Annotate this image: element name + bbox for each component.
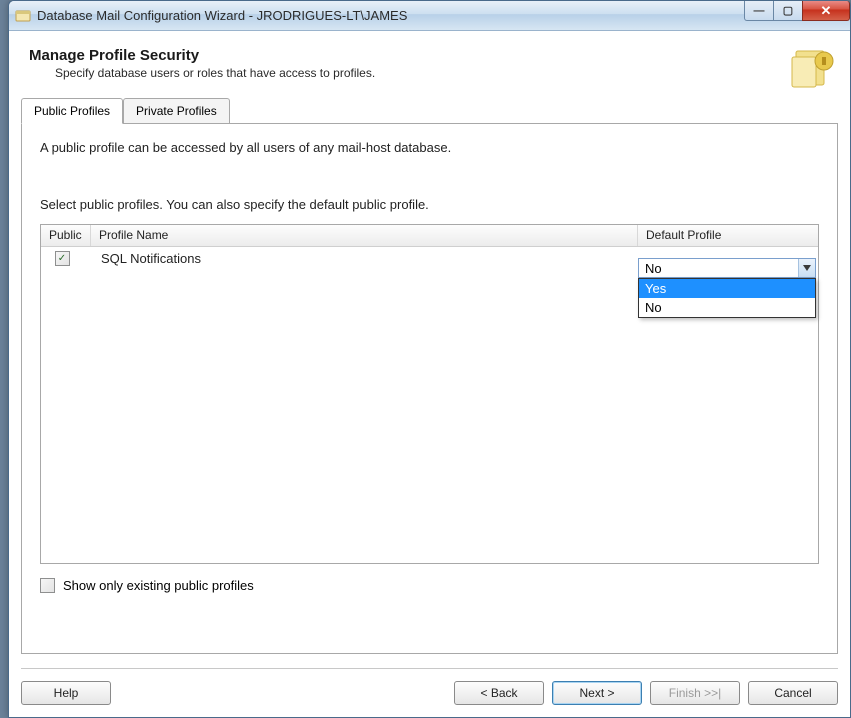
col-public[interactable]: Public: [41, 225, 91, 246]
wizard-footer: Help < Back Next > Finish >>| Cancel: [21, 668, 838, 705]
default-profile-combo[interactable]: No: [638, 258, 816, 278]
tab-private-label: Private Profiles: [136, 104, 217, 118]
maximize-icon: ▢: [783, 4, 793, 17]
finish-button: Finish >>|: [650, 681, 740, 705]
tab-public-profiles[interactable]: Public Profiles: [21, 98, 123, 124]
tab-row: Public Profiles Private Profiles: [21, 98, 838, 123]
description-1: A public profile can be accessed by all …: [40, 140, 819, 155]
col-default-profile[interactable]: Default Profile: [638, 225, 818, 246]
combo-dropdown-button[interactable]: [798, 259, 815, 277]
show-only-label: Show only existing public profiles: [63, 578, 254, 593]
wizard-window: Database Mail Configuration Wizard - JRO…: [8, 0, 851, 718]
profiles-grid: Public Profile Name Default Profile ✓ SQ…: [40, 224, 819, 564]
dropdown-item-yes[interactable]: Yes: [639, 279, 815, 298]
tab-body: A public profile can be accessed by all …: [21, 123, 838, 654]
back-button[interactable]: < Back: [454, 681, 544, 705]
minimize-button[interactable]: —: [744, 1, 774, 21]
tab-private-profiles[interactable]: Private Profiles: [123, 98, 230, 123]
client-area: Manage Profile Security Specify database…: [9, 31, 850, 717]
next-button[interactable]: Next >: [552, 681, 642, 705]
next-label: Next >: [579, 686, 614, 700]
tab-public-label: Public Profiles: [34, 104, 110, 118]
cancel-label: Cancel: [774, 686, 811, 700]
cell-profile-name: SQL Notifications: [91, 251, 638, 266]
combo-value: No: [645, 261, 662, 276]
col-profile-name[interactable]: Profile Name: [91, 225, 638, 246]
public-checkbox[interactable]: ✓: [55, 251, 70, 266]
page-title: Manage Profile Security: [29, 47, 830, 64]
grid-header: Public Profile Name Default Profile: [41, 225, 818, 247]
maximize-button[interactable]: ▢: [773, 1, 803, 21]
back-label: < Back: [480, 686, 517, 700]
page-subtitle: Specify database users or roles that hav…: [29, 66, 830, 80]
finish-label: Finish >>|: [669, 686, 721, 700]
header-graphic: [790, 43, 838, 91]
cancel-button[interactable]: Cancel: [748, 681, 838, 705]
table-row: ✓ SQL Notifications No Yes No: [41, 247, 818, 269]
cell-public: ✓: [41, 251, 91, 266]
help-button[interactable]: Help: [21, 681, 111, 705]
show-only-checkbox[interactable]: [40, 578, 55, 593]
chevron-down-icon: [803, 265, 811, 271]
titlebar[interactable]: Database Mail Configuration Wizard - JRO…: [9, 1, 850, 31]
help-label: Help: [54, 686, 79, 700]
dropdown-item-no[interactable]: No: [639, 298, 815, 317]
close-icon: ✕: [821, 3, 832, 19]
show-only-row: Show only existing public profiles: [40, 578, 819, 593]
window-controls: — ▢ ✕: [745, 1, 850, 21]
window-title: Database Mail Configuration Wizard - JRO…: [37, 8, 407, 23]
minimize-icon: —: [754, 5, 765, 17]
default-profile-dropdown: Yes No: [638, 278, 816, 318]
close-button[interactable]: ✕: [802, 1, 850, 21]
description-2: Select public profiles. You can also spe…: [40, 197, 819, 212]
page-header: Manage Profile Security Specify database…: [21, 43, 838, 94]
app-icon: [15, 8, 31, 24]
